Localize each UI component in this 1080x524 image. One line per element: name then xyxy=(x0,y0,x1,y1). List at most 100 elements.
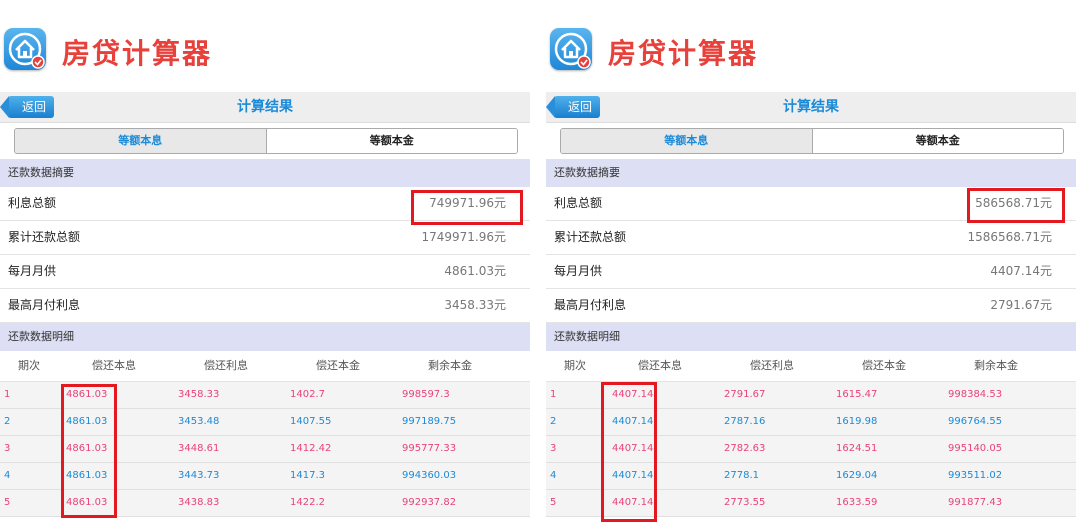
detail-section-header: 还款数据明细 xyxy=(546,323,1076,351)
table-cell: 1619.98 xyxy=(836,416,878,427)
table-cell: 3443.73 xyxy=(178,470,220,481)
app-header: 房贷计算器 xyxy=(0,0,530,92)
table-cell: 998384.53 xyxy=(948,389,1003,400)
column-header: 偿还利息 xyxy=(204,359,248,372)
table-cell: 5 xyxy=(550,497,557,508)
table-cell: 3438.83 xyxy=(178,497,220,508)
highlight-box-payment-column xyxy=(601,382,657,522)
page-title: 计算结果 xyxy=(783,99,839,115)
column-header: 期次 xyxy=(564,359,586,372)
column-header: 偿还本息 xyxy=(638,359,682,372)
tab-equal-installment[interactable]: 等额本息 xyxy=(15,129,267,153)
table-cell: 1422.2 xyxy=(290,497,325,508)
column-header: 偿还本金 xyxy=(316,359,360,372)
calculator-panel-left: 房贷计算器 返回 计算结果 等额本息 等额本金 还款数据摘要 利息总额 7499… xyxy=(0,0,530,524)
table-cell: 1624.51 xyxy=(836,443,878,454)
tab-bar: 等额本息 等额本金 xyxy=(546,123,1076,159)
summary-label: 利息总额 xyxy=(8,196,57,210)
table-cell: 1417.3 xyxy=(290,470,325,481)
table-header: 期次 偿还本息 偿还利息 偿还本金 剩余本金 xyxy=(546,351,1076,382)
table-cell: 2773.55 xyxy=(724,497,766,508)
house-icon xyxy=(4,28,46,70)
table-cell: 2778.1 xyxy=(724,470,759,481)
table-cell: 5 xyxy=(4,497,11,508)
column-header: 偿还本金 xyxy=(862,359,906,372)
column-header: 偿还利息 xyxy=(750,359,794,372)
page-title: 计算结果 xyxy=(237,99,293,115)
summary-label: 每月月供 xyxy=(8,264,57,278)
summary-row-total-repayment: 累计还款总额 1586568.71元 xyxy=(546,221,1076,255)
table-cell: 4 xyxy=(4,470,11,481)
table-cell: 2791.67 xyxy=(724,389,766,400)
summary-row-max-monthly-interest: 最高月付利息 3458.33元 xyxy=(0,289,530,323)
table-cell: 2 xyxy=(550,416,557,427)
table-cell: 1629.04 xyxy=(836,470,878,481)
table-cell: 1412.42 xyxy=(290,443,332,454)
app-title: 房贷计算器 xyxy=(62,37,213,70)
table-cell: 3448.61 xyxy=(178,443,220,454)
table-cell: 2782.63 xyxy=(724,443,766,454)
table-cell: 994360.03 xyxy=(402,470,457,481)
summary-value: 1749971.96元 xyxy=(421,230,506,244)
table-cell: 3 xyxy=(4,443,11,454)
highlight-box-interest xyxy=(411,190,523,225)
table-cell: 1 xyxy=(4,389,11,400)
table-cell: 1402.7 xyxy=(290,389,325,400)
table-cell: 992937.82 xyxy=(402,497,457,508)
tab-equal-installment[interactable]: 等额本息 xyxy=(561,129,813,153)
tab-equal-principal[interactable]: 等额本金 xyxy=(266,129,517,153)
table-cell: 1407.55 xyxy=(290,416,332,427)
column-header: 剩余本金 xyxy=(428,359,472,372)
table-cell: 993511.02 xyxy=(948,470,1003,481)
summary-value: 4407.14元 xyxy=(990,264,1052,278)
table-cell: 996764.55 xyxy=(948,416,1003,427)
summary-row-monthly-payment: 每月月供 4861.03元 xyxy=(0,255,530,289)
summary-value: 1586568.71元 xyxy=(967,230,1052,244)
app-header: 房贷计算器 xyxy=(546,0,1076,92)
table-cell: 3458.33 xyxy=(178,389,220,400)
table-cell: 998597.3 xyxy=(402,389,450,400)
table-cell: 995777.33 xyxy=(402,443,457,454)
app-title: 房贷计算器 xyxy=(608,37,759,70)
calculator-panel-right: 房贷计算器 返回 计算结果 等额本息 等额本金 还款数据摘要 利息总额 5865… xyxy=(546,0,1076,524)
summary-section-header: 还款数据摘要 xyxy=(546,159,1076,187)
summary-row-max-monthly-interest: 最高月付利息 2791.67元 xyxy=(546,289,1076,323)
column-header: 偿还本息 xyxy=(92,359,136,372)
summary-label: 利息总额 xyxy=(554,196,603,210)
summary-value: 3458.33元 xyxy=(444,298,506,312)
table-cell: 991877.43 xyxy=(948,497,1003,508)
house-icon xyxy=(550,28,592,70)
summary-value: 2791.67元 xyxy=(990,298,1052,312)
table-cell: 995140.05 xyxy=(948,443,1003,454)
check-badge-icon xyxy=(577,55,591,69)
table-cell: 2787.16 xyxy=(724,416,766,427)
summary-label: 最高月付利息 xyxy=(554,298,627,312)
summary-label: 每月月供 xyxy=(554,264,603,278)
table-cell: 3 xyxy=(550,443,557,454)
summary-row-monthly-payment: 每月月供 4407.14元 xyxy=(546,255,1076,289)
check-badge-icon xyxy=(31,55,45,69)
navbar: 返回 计算结果 xyxy=(546,92,1076,123)
column-header: 剩余本金 xyxy=(974,359,1018,372)
detail-section-header: 还款数据明细 xyxy=(0,323,530,351)
table-cell: 2 xyxy=(4,416,11,427)
summary-label: 累计还款总额 xyxy=(8,230,81,244)
table-cell: 997189.75 xyxy=(402,416,457,427)
table-cell: 1615.47 xyxy=(836,389,878,400)
tab-equal-principal[interactable]: 等额本金 xyxy=(812,129,1063,153)
table-cell: 3453.48 xyxy=(178,416,220,427)
summary-value: 4861.03元 xyxy=(444,264,506,278)
navbar: 返回 计算结果 xyxy=(0,92,530,123)
highlight-box-interest xyxy=(967,188,1065,223)
summary-row-total-repayment: 累计还款总额 1749971.96元 xyxy=(0,221,530,255)
highlight-box-payment-column xyxy=(61,384,117,518)
table-cell: 1633.59 xyxy=(836,497,878,508)
summary-label: 累计还款总额 xyxy=(554,230,627,244)
column-header: 期次 xyxy=(18,359,40,372)
table-header: 期次 偿还本息 偿还利息 偿还本金 剩余本金 xyxy=(0,351,530,382)
summary-label: 最高月付利息 xyxy=(8,298,81,312)
table-cell: 1 xyxy=(550,389,557,400)
tab-bar: 等额本息 等额本金 xyxy=(0,123,530,159)
table-cell: 4 xyxy=(550,470,557,481)
summary-section-header: 还款数据摘要 xyxy=(0,159,530,187)
